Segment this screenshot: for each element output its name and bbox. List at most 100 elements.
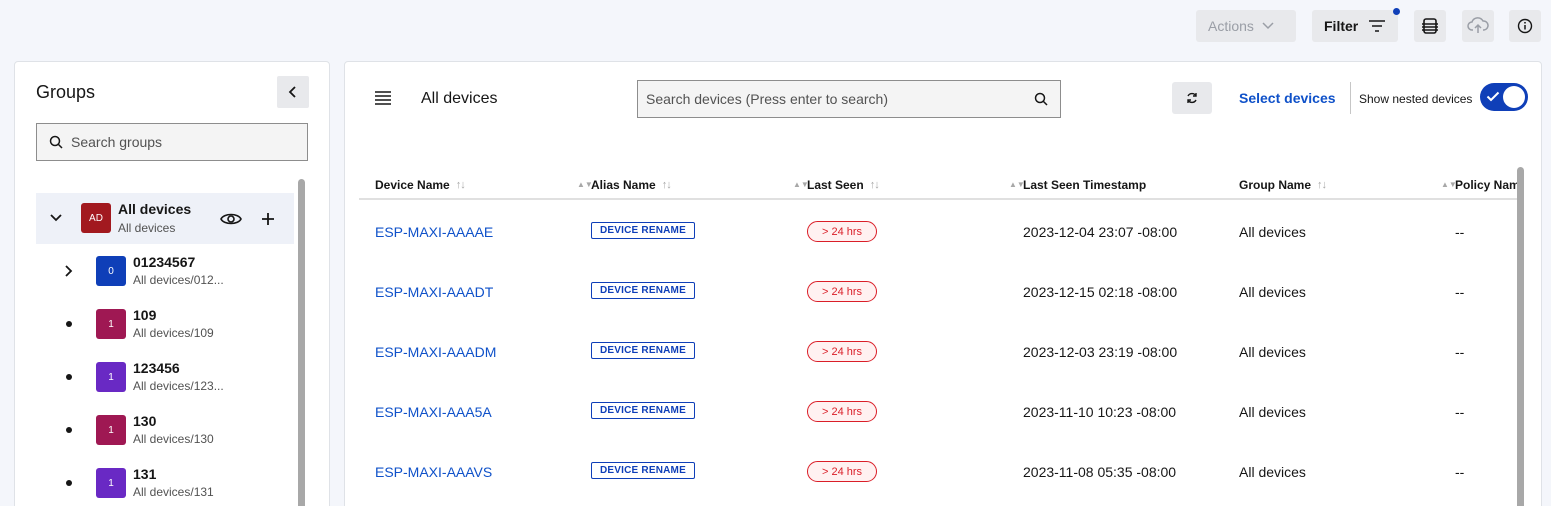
page-title: All devices (421, 90, 498, 107)
last-seen-badge: > 24 hrs (807, 281, 877, 302)
sort-icon: ↑↓ (869, 179, 880, 191)
group-path: All devices/131 (133, 485, 214, 499)
policy-name-cell: -- (1455, 224, 1465, 240)
group-path: All devices/123... (133, 379, 224, 393)
eye-icon[interactable] (220, 211, 242, 227)
group-name-cell: All devices (1239, 344, 1306, 360)
policy-name-cell: -- (1455, 284, 1465, 300)
device-stack-icon (1422, 18, 1438, 34)
table-row[interactable]: ESP-MAXI-AAAVS DEVICE RENAME > 24 hrs 20… (359, 440, 1519, 500)
device-search-input[interactable] (646, 91, 1026, 107)
table-row[interactable]: ESP-MAXI-AAA5A DEVICE RENAME > 24 hrs 20… (359, 380, 1519, 440)
device-name-link[interactable]: ESP-MAXI-AAADM (375, 344, 496, 360)
group-item-130[interactable]: 1 130 All devices/130 (36, 403, 294, 456)
group-name-cell: All devices (1239, 404, 1306, 420)
timestamp-cell: 2023-11-10 10:23 -08:00 (1023, 404, 1177, 420)
actions-button[interactable]: Actions (1196, 10, 1296, 42)
table-header: Device Name ↑↓ ▲▼ Alias Name ↑↓ ▲▼ Last Se… (359, 167, 1520, 200)
chevron-down-icon[interactable] (46, 208, 66, 228)
last-seen-badge: > 24 hrs (807, 221, 877, 242)
devices-panel: All devices Select devices Show nested d… (344, 61, 1542, 506)
timestamp-cell: 2023-11-08 05:35 -08:00 (1023, 464, 1177, 480)
search-icon (49, 135, 63, 149)
group-path: All devices/012... (133, 273, 224, 287)
group-item-01234567[interactable]: 0 01234567 All devices/012... (36, 244, 294, 297)
bullet-icon (59, 367, 79, 387)
add-icon[interactable] (261, 212, 275, 226)
group-path: All devices (118, 221, 176, 235)
check-icon (1486, 91, 1500, 102)
group-search-field[interactable] (36, 123, 308, 161)
column-header-device-name[interactable]: Device Name ↑↓ (375, 178, 466, 192)
filter-active-dot (1393, 8, 1400, 15)
group-avatar: 1 (96, 309, 126, 339)
group-avatar: 1 (96, 362, 126, 392)
group-name: 123456 (133, 360, 180, 376)
timestamp-cell: 2023-12-04 23:07 -08:00 (1023, 224, 1178, 240)
column-header-last-seen-timestamp[interactable]: Last Seen Timestamp (1023, 178, 1146, 192)
device-name-link[interactable]: ESP-MAXI-AAAVS (375, 464, 492, 480)
group-avatar: 1 (96, 468, 126, 498)
groups-title: Groups (36, 82, 96, 102)
group-item-123456[interactable]: 1 123456 All devices/123... (36, 350, 294, 403)
group-name: 130 (133, 413, 157, 429)
alias-tag: DEVICE RENAME (591, 342, 695, 359)
alias-tag: DEVICE RENAME (591, 222, 695, 239)
column-header-alias-name[interactable]: Alias Name ↑↓ (591, 178, 672, 192)
device-name-link[interactable]: ESP-MAXI-AAA5A (375, 404, 492, 420)
policy-name-cell: -- (1455, 404, 1465, 420)
alias-tag: DEVICE RENAME (591, 402, 695, 419)
actions-label: Actions (1208, 18, 1254, 34)
group-path: All devices/109 (133, 326, 214, 340)
group-avatar: AD (81, 203, 111, 233)
device-name-link[interactable]: ESP-MAXI-AAADT (375, 284, 493, 300)
info-icon (1517, 18, 1533, 34)
cloud-upload-button[interactable] (1462, 10, 1494, 42)
group-search-input[interactable] (71, 134, 291, 150)
nested-devices-label: Show nested devices (1359, 92, 1473, 106)
toggle-knob (1503, 86, 1525, 108)
column-header-policy-name[interactable]: Policy Nam (1455, 178, 1520, 192)
column-header-group-name[interactable]: Group Name ↑↓ (1239, 178, 1327, 192)
search-icon[interactable] (1034, 92, 1048, 106)
menu-icon[interactable] (373, 90, 393, 106)
device-name-link[interactable]: ESP-MAXI-AAAAE (375, 224, 493, 240)
sort-icon: ↑↓ (455, 179, 466, 191)
group-name-cell: All devices (1239, 464, 1306, 480)
alias-tag: DEVICE RENAME (591, 282, 695, 299)
group-path: All devices/130 (133, 432, 214, 446)
bullet-icon (59, 420, 79, 440)
group-item-131[interactable]: 1 131 All devices/131 (36, 456, 294, 506)
collapse-groups-button[interactable] (277, 76, 309, 108)
device-stack-button[interactable] (1414, 10, 1446, 42)
table-row[interactable]: ESP-MAXI-AAAAE DEVICE RENAME > 24 hrs 20… (359, 200, 1519, 260)
alias-tag: DEVICE RENAME (591, 462, 695, 479)
group-item-all-devices[interactable]: AD All devices All devices (36, 193, 294, 244)
select-devices-button[interactable]: Select devices (1239, 90, 1336, 106)
group-name: 109 (133, 307, 157, 323)
filter-icon (1369, 20, 1386, 32)
bullet-icon (59, 314, 79, 334)
table-row[interactable]: ESP-MAXI-AAADT DEVICE RENAME > 24 hrs 20… (359, 260, 1519, 320)
nested-devices-toggle[interactable] (1480, 83, 1528, 111)
sort-icon: ↑↓ (1317, 179, 1327, 191)
devices-table: Device Name ↑↓ ▲▼ Alias Name ↑↓ ▲▼ Last Se… (359, 167, 1520, 500)
filter-button[interactable]: Filter (1312, 10, 1398, 42)
devices-scrollbar[interactable] (1517, 167, 1524, 506)
chevron-left-icon (288, 86, 296, 98)
column-header-last-seen[interactable]: Last Seen ↑↓ (807, 178, 880, 192)
refresh-button[interactable] (1172, 82, 1212, 114)
toolbar-divider (1350, 82, 1351, 114)
group-tree: AD All devices All devices 0 01234567 Al… (36, 193, 294, 506)
refresh-icon (1187, 92, 1197, 104)
chevron-down-icon (1262, 22, 1274, 30)
table-row[interactable]: ESP-MAXI-AAADM DEVICE RENAME > 24 hrs 20… (359, 320, 1519, 380)
last-seen-badge: > 24 hrs (807, 401, 877, 422)
groups-scrollbar[interactable] (298, 179, 305, 506)
group-item-109[interactable]: 1 109 All devices/109 (36, 297, 294, 350)
policy-name-cell: -- (1455, 464, 1465, 480)
chevron-right-icon[interactable] (59, 261, 79, 281)
device-search-field[interactable] (637, 80, 1061, 118)
info-button[interactable] (1509, 10, 1541, 42)
group-name: 01234567 (133, 254, 196, 270)
